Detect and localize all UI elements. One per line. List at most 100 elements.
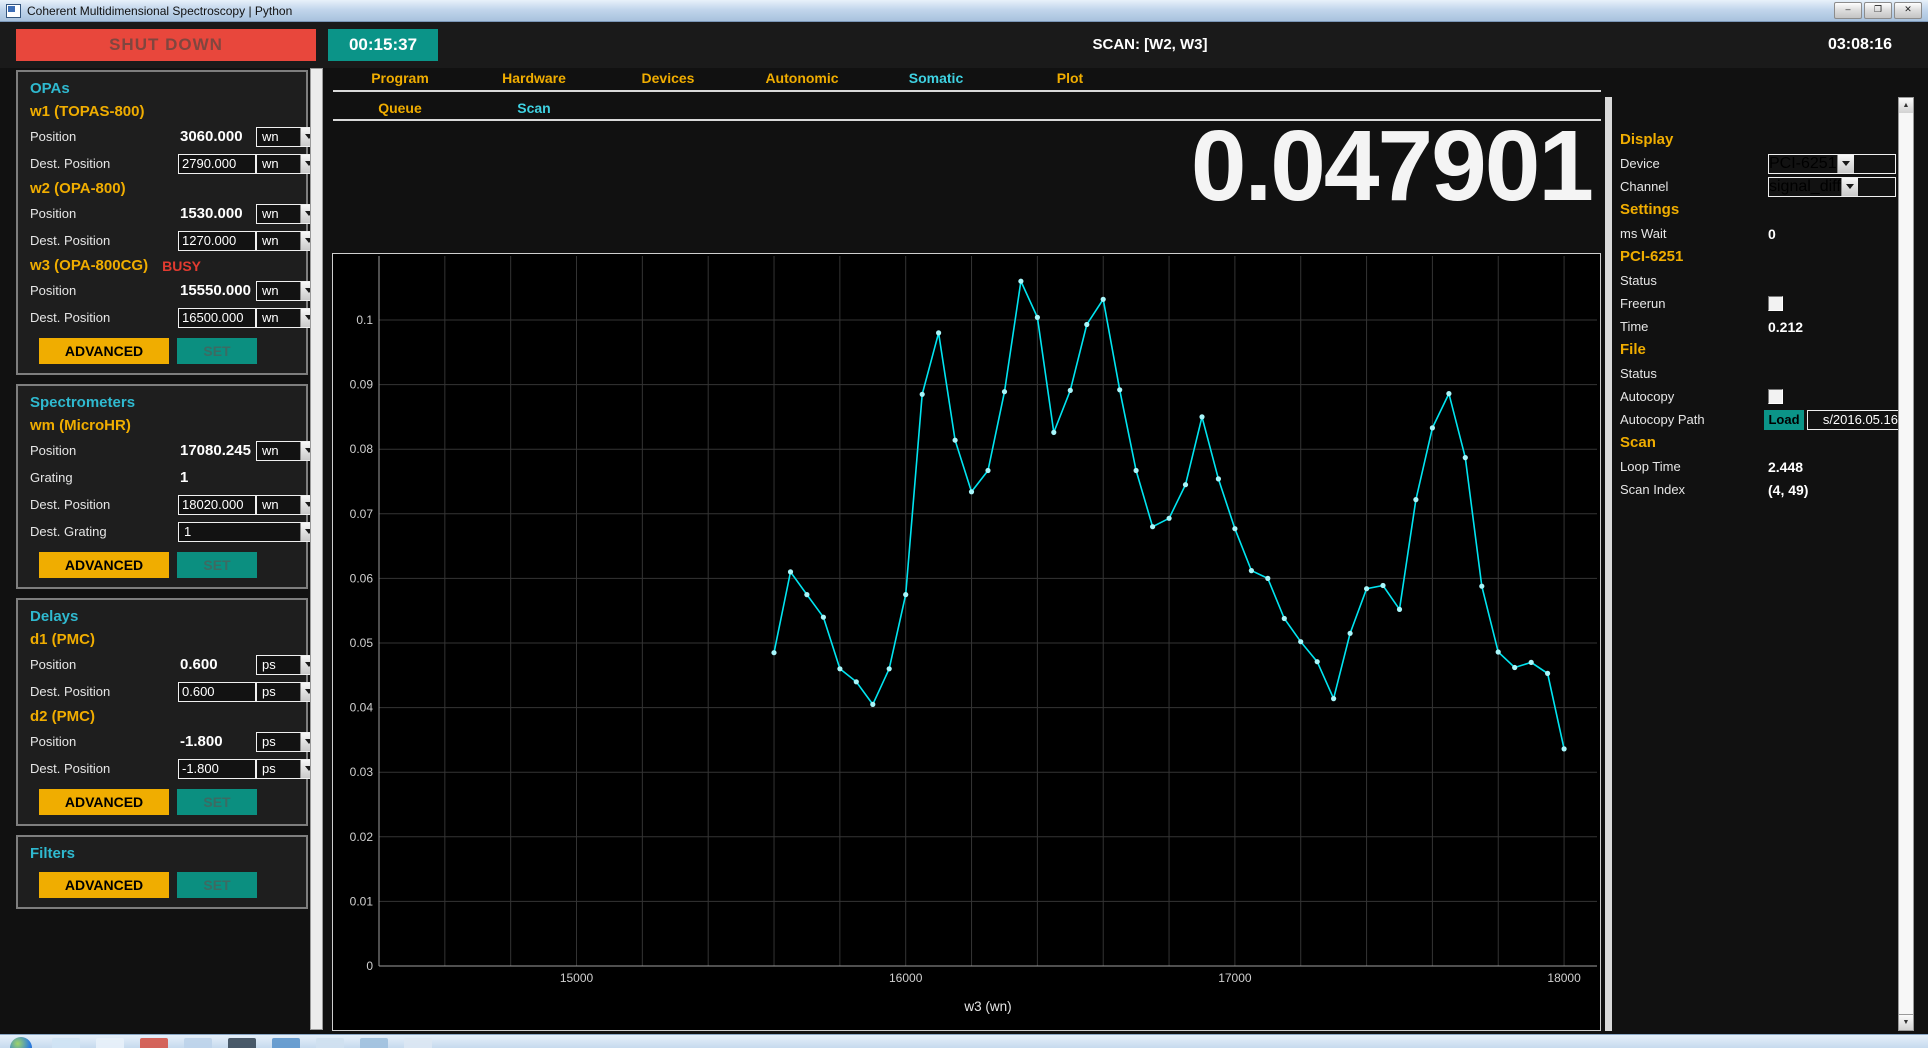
scan-index-row: Scan Index(4, 49)	[1620, 478, 1896, 501]
taskbar-app-icon[interactable]	[272, 1038, 300, 1048]
scrollbar-thumb[interactable]	[1899, 113, 1913, 1015]
w3-opa-800cg-dest-position-unit-select[interactable]: wn	[256, 308, 318, 328]
device-select[interactable]: PCI-6251	[1768, 154, 1896, 174]
x-axis-label: w3 (wn)	[963, 999, 1011, 1014]
d1-pmc-position-unit-select[interactable]: ps	[256, 655, 318, 675]
taskbar-app-icon[interactable]	[404, 1038, 432, 1048]
w2-opa-800-dest-position-unit-select[interactable]: wn	[256, 231, 318, 251]
set-button[interactable]: SET	[177, 338, 257, 364]
channel-select[interactable]: signal_diff	[1768, 177, 1896, 197]
w3-opa-800cg-dest-position-row: Dest. Position wn	[30, 304, 306, 331]
w3-opa-800cg-dest-position-input[interactable]	[178, 308, 256, 328]
advanced-button[interactable]: ADVANCED	[39, 338, 169, 364]
close-button[interactable]: ✕	[1894, 2, 1922, 19]
data-point	[1479, 584, 1484, 589]
w1-topas-800-position-unit-select[interactable]: wn	[256, 127, 318, 147]
left-panel-scrollbar[interactable]	[310, 68, 323, 1030]
advanced-button[interactable]: ADVANCED	[39, 789, 169, 815]
tab-somatic[interactable]: Somatic	[869, 66, 1003, 90]
data-point	[854, 679, 859, 684]
button-row: ADVANCED SET	[30, 872, 306, 898]
taskbar-app-icon[interactable]	[140, 1038, 168, 1048]
field-label: Dest. Position	[30, 156, 110, 171]
data-point	[936, 330, 941, 335]
w2-opa-800-position-row: Position1530.000wn	[30, 200, 306, 227]
field-label: Position	[30, 657, 76, 672]
taskbar-app-icon[interactable]	[228, 1038, 256, 1048]
app-icon	[6, 4, 21, 18]
w2-opa-800-dest-position-input[interactable]	[178, 231, 256, 251]
data-point	[771, 650, 776, 655]
wm-microhr-dest-position-unit-select[interactable]: wn	[256, 495, 318, 515]
scroll-down-icon[interactable]: ▼	[1899, 1014, 1913, 1030]
data-point	[1002, 389, 1007, 394]
data-point	[804, 592, 809, 597]
advanced-button[interactable]: ADVANCED	[39, 872, 169, 898]
x-tick-label: 17000	[1218, 971, 1252, 985]
w3-opa-800cg-position-value: 15550.000	[180, 282, 251, 299]
tab-hardware[interactable]: Hardware	[467, 66, 601, 90]
load-button[interactable]: Load	[1764, 410, 1804, 430]
tab-plot[interactable]: Plot	[1003, 66, 1137, 90]
wm-microhr-dest-grating-select[interactable]: 1	[178, 522, 318, 542]
d1-pmc-dest-position-input[interactable]	[178, 682, 256, 702]
main-tabs-divider	[333, 90, 1601, 92]
data-point	[953, 438, 958, 443]
tab-program[interactable]: Program	[333, 66, 467, 90]
wm-microhr-position-unit-select[interactable]: wn	[256, 441, 318, 461]
w1-topas-800-dest-position-unit-select[interactable]: wn	[256, 154, 318, 174]
wm-microhr-dest-position-unit-select-value: wn	[257, 496, 300, 514]
scan-plot-canvas[interactable]: 1500016000170001800000.010.020.030.040.0…	[333, 254, 1600, 1030]
scroll-up-icon[interactable]: ▲	[1899, 98, 1913, 114]
field-label: Position	[30, 283, 76, 298]
d1-pmc-dest-position-unit-select[interactable]: ps	[256, 682, 318, 702]
taskbar-app-icon[interactable]	[52, 1038, 80, 1048]
d2-pmc-position-row: Position-1.800ps	[30, 728, 306, 755]
field-label: Dest. Position	[30, 310, 110, 325]
wm-microhr-dest-position-input[interactable]	[178, 495, 256, 515]
subtab-scan[interactable]: Scan	[467, 96, 601, 120]
set-button[interactable]: SET	[177, 552, 257, 578]
subtab-queue[interactable]: Queue	[333, 96, 467, 120]
autocopy-path-input[interactable]	[1807, 410, 1901, 430]
data-point	[1413, 497, 1418, 502]
w2-opa-800-position-unit-select[interactable]: wn	[256, 204, 318, 224]
w1-topas-800-dest-position-input[interactable]	[178, 154, 256, 174]
taskbar-app-icon[interactable]	[184, 1038, 212, 1048]
advanced-button[interactable]: ADVANCED	[39, 552, 169, 578]
taskbar-app-icon[interactable]	[316, 1038, 344, 1048]
field-label: Loop Time	[1620, 459, 1681, 474]
w3-opa-800cg-position-unit-select[interactable]: wn	[256, 281, 318, 301]
device-d2-pmc: d2 (PMC)	[30, 705, 306, 728]
field-label: Dest. Position	[30, 684, 110, 699]
taskbar-app-icon[interactable]	[360, 1038, 388, 1048]
section-title-delays: Delays	[30, 605, 306, 628]
wm-microhr-position-row: Position17080.245wn	[30, 437, 306, 464]
settings-header-pci-6251: PCI-6251	[1620, 245, 1896, 269]
set-button[interactable]: SET	[177, 789, 257, 815]
set-button[interactable]: SET	[177, 872, 257, 898]
scan-plot[interactable]: 1500016000170001800000.010.020.030.040.0…	[332, 253, 1601, 1031]
section-title-spectrometers: Spectrometers	[30, 391, 306, 414]
d2-pmc-position-unit-select[interactable]: ps	[256, 732, 318, 752]
data-point	[1331, 696, 1336, 701]
w3-opa-800cg-dest-position-unit-select-value: wn	[257, 309, 300, 327]
data-point	[1216, 476, 1221, 481]
tab-devices[interactable]: Devices	[601, 66, 735, 90]
d2-pmc-dest-position-input[interactable]	[178, 759, 256, 779]
taskbar-app-icon[interactable]	[96, 1038, 124, 1048]
data-point	[1035, 315, 1040, 320]
tab-autonomic[interactable]: Autonomic	[735, 66, 869, 90]
maximize-button[interactable]: ❐	[1864, 2, 1892, 19]
minimize-button[interactable]: –	[1834, 2, 1862, 19]
ms-wait-row: ms Wait0	[1620, 222, 1896, 245]
plot-area-scrollbar[interactable]	[1605, 97, 1612, 1031]
right-scrollbar[interactable]: ▲ ▼	[1898, 97, 1914, 1031]
autocopy-checkbox[interactable]	[1768, 389, 1783, 404]
d2-pmc-dest-position-unit-select[interactable]: ps	[256, 759, 318, 779]
freerun-checkbox[interactable]	[1768, 296, 1783, 311]
shutdown-button[interactable]: SHUT DOWN	[16, 29, 316, 61]
data-point	[1249, 568, 1254, 573]
start-button-icon[interactable]	[10, 1037, 32, 1048]
data-point	[1167, 516, 1172, 521]
